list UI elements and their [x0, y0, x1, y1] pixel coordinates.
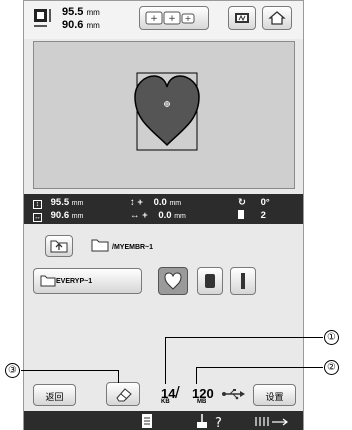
folder-icon-2	[40, 275, 56, 287]
heart-pattern	[134, 72, 200, 151]
move-horizontal-icon: ↔ +	[130, 210, 148, 221]
info-color-count: 2	[260, 210, 266, 221]
embroidery-mode-button[interactable]	[228, 6, 256, 30]
pattern-size-icon	[34, 9, 51, 27]
back-button[interactable]: 返回	[33, 384, 76, 406]
settings-button-label: 设置	[265, 392, 284, 402]
capacity-separator: /	[175, 383, 180, 402]
heart-thumb-icon	[164, 272, 182, 290]
size-height-readout: ↕ 95.5 mm	[33, 197, 83, 209]
usb-icon	[222, 389, 245, 400]
capacity-total-unit: MB	[197, 399, 207, 405]
callout-1-leader-v	[165, 337, 166, 384]
info-move-y: 0.0	[153, 197, 167, 208]
rectangle-pattern-thumbnail[interactable]	[197, 267, 223, 295]
color-count-readout: 2	[238, 210, 266, 221]
width-icon: ↔	[33, 213, 42, 222]
header-height-unit: mm	[86, 21, 100, 30]
move-y-readout: ↕ + 0.0 mm	[130, 197, 181, 208]
info-move-x: 0.0	[158, 210, 172, 221]
stitch-width-button[interactable]	[250, 411, 295, 430]
current-path: /MYEMBR~1	[112, 244, 154, 251]
settings-button[interactable]: 设置	[253, 384, 296, 406]
size-width-readout: ↔ 90.6 mm	[33, 210, 83, 222]
pattern-info-bar: ↕ 95.5 mm ↔ 90.6 mm ↕ + 0.0 mm ↔ + 0.0 m…	[24, 194, 303, 224]
heart-pattern-thumbnail[interactable]	[158, 267, 188, 295]
folder-up-button[interactable]	[45, 235, 73, 257]
bottom-toolbar: ?	[24, 411, 303, 430]
move-vertical-icon: ↕ +	[130, 197, 143, 208]
info-size-value-1: 95.5	[50, 197, 70, 208]
callout-2: ②	[324, 360, 339, 375]
folder-everyp-button[interactable]: EVERYP~1	[33, 268, 142, 294]
folder-up-icon	[50, 240, 68, 253]
info-unit-2: mm	[71, 213, 84, 220]
pattern-preview-canvas	[33, 41, 295, 189]
callout-3: ③	[5, 363, 20, 378]
svg-text:+: +	[168, 14, 176, 24]
svg-text:+: +	[150, 14, 158, 24]
info-size-value-2: 90.6	[50, 210, 70, 221]
svg-text:+: +	[185, 14, 192, 23]
thread-spool-icon	[238, 210, 244, 219]
bar-pattern-thumbnail[interactable]	[230, 267, 256, 295]
header-bar: 95.5 mm 90.6 mm + + +	[24, 1, 303, 39]
svg-text:?: ?	[215, 416, 222, 430]
document-icon	[142, 414, 152, 428]
callout-2-leader-h	[196, 367, 323, 368]
folder-icon	[91, 239, 109, 252]
embroidery-screen: 95.5 mm 90.6 mm + + + ↕ 95.5 mm ↔ 90.6 m…	[23, 0, 304, 430]
delete-button[interactable]	[106, 382, 140, 406]
stitch-arrow-icon	[255, 417, 288, 426]
info-unit-1: mm	[71, 200, 84, 207]
info-unit-4: mm	[174, 213, 186, 220]
rotation-icon: ↻	[238, 197, 246, 208]
move-x-readout: ↔ + 0.0 mm	[130, 210, 186, 221]
pattern-size-readout: 95.5 mm 90.6 mm	[62, 6, 100, 32]
rectangle-thumb-icon	[205, 274, 215, 288]
bar-thumb-icon	[241, 273, 245, 289]
callout-3-leader-h	[21, 370, 119, 371]
eraser-icon	[116, 388, 132, 402]
height-icon: ↕	[33, 200, 42, 209]
callout-1-leader-h	[165, 337, 323, 338]
info-rotation: 0°	[260, 197, 270, 208]
back-button-label: 返回	[45, 392, 64, 402]
info-sheet-button[interactable]	[122, 411, 172, 430]
capacity-used-unit: KB	[161, 399, 170, 405]
header-height-value: 90.6	[62, 19, 84, 31]
hoop-size-button[interactable]: + + +	[139, 6, 209, 30]
embroidery-frame-icon	[235, 13, 249, 23]
home-icon	[268, 11, 286, 25]
callout-2-leader-v	[196, 367, 197, 384]
callout-1: ①	[324, 330, 339, 345]
home-button[interactable]	[262, 6, 292, 30]
hoop-frames-icon: + + +	[145, 11, 195, 25]
callout-3-leader-v	[118, 370, 119, 383]
header-width-value: 95.5	[62, 6, 84, 18]
info-unit-3: mm	[169, 200, 182, 207]
rotation-readout: ↻ 0°	[238, 197, 270, 208]
help-button[interactable]: ?	[189, 411, 229, 430]
header-width-unit: mm	[86, 8, 100, 17]
help-icon: ?	[197, 414, 222, 430]
folder-label: EVERYP~1	[56, 278, 93, 285]
